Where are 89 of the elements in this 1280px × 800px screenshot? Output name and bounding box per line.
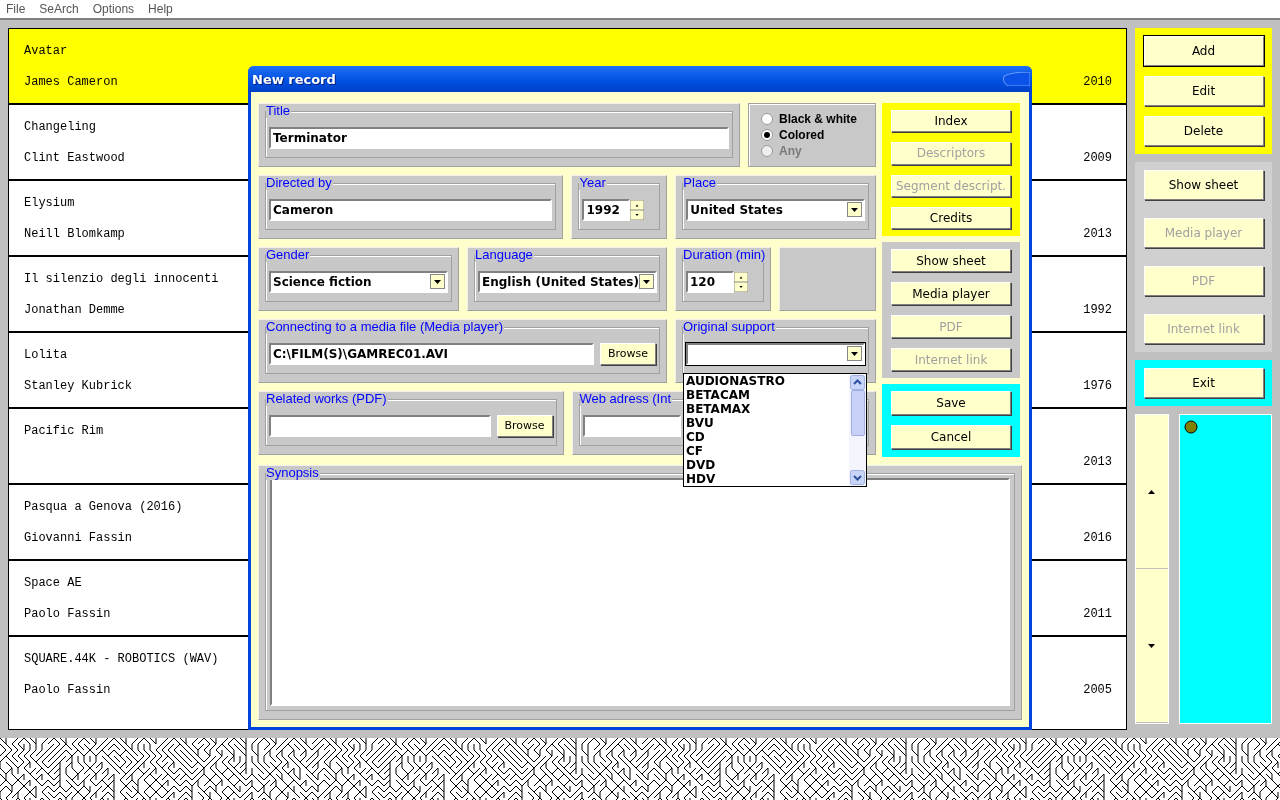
field-label: Directed by	[266, 176, 333, 190]
record-director: Clint Eastwood	[24, 150, 125, 167]
dropdown-option[interactable]: BVU	[686, 416, 849, 430]
text-field[interactable]: C:\FILM(S)\GAMREC01.AVI	[269, 342, 594, 365]
record-director: Neill Blomkamp	[24, 226, 125, 243]
dropdown-option[interactable]: HDV	[686, 472, 849, 486]
record-title: Changeling	[24, 119, 96, 136]
dropdown-option[interactable]: CF	[686, 444, 849, 458]
dropdown-option[interactable]: BETACAM	[686, 388, 849, 402]
side-button[interactable]: Edit	[1143, 76, 1264, 106]
field-label: Title	[266, 104, 292, 118]
dropdown-option[interactable]: BETAMAX	[686, 402, 849, 416]
record-title: Il silenzio degli innocenti	[24, 271, 219, 288]
record-director: Jonathan Demme	[24, 302, 125, 319]
record-year: 1992	[1083, 302, 1112, 319]
dialog-button[interactable]: Save	[891, 391, 1011, 415]
spin-up-icon[interactable]	[734, 271, 748, 282]
record-year: 2013	[1083, 454, 1112, 471]
field-label: Related works (PDF)	[266, 392, 388, 406]
scroll-down-icon[interactable]	[850, 470, 865, 485]
radio-button-icon[interactable]	[761, 129, 773, 141]
record-title: Pacific Rim	[24, 423, 104, 440]
record-year: 2010	[1083, 74, 1112, 91]
dropdown-option[interactable]: DVD	[686, 458, 849, 472]
record-year: 2011	[1083, 606, 1112, 623]
dropdown-field[interactable]	[686, 342, 865, 365]
record-director: James Cameron	[24, 74, 118, 91]
menu-item[interactable]: File	[6, 2, 26, 16]
scrollbar[interactable]	[849, 374, 866, 486]
scroll-thumb[interactable]	[850, 390, 865, 436]
field-label: Connecting to a media file (Media player)	[266, 320, 504, 334]
title-bar-tab-icon	[1002, 72, 1030, 86]
menu-item[interactable]: SeArch	[39, 2, 79, 16]
field-label: Original support	[683, 320, 776, 334]
record-director: Stanley Kubrick	[24, 378, 133, 395]
field-label: Language	[475, 248, 534, 262]
down-arrow-icon	[1148, 643, 1156, 648]
record-title: Avatar	[24, 43, 68, 60]
scroll-up-icon[interactable]	[850, 375, 865, 390]
dropdown-option[interactable]: AUDIONASTRO	[686, 374, 849, 388]
record-director: Giovanni Fassin	[24, 530, 133, 547]
field-label: Web adress (Int	[579, 392, 673, 406]
field-label: Duration (min)	[683, 248, 767, 262]
dropdown-field[interactable]: United States	[686, 198, 865, 221]
browse-button[interactable]: Browse	[496, 414, 553, 437]
dialog-button[interactable]: Index	[891, 110, 1011, 133]
browse-button[interactable]: Browse	[600, 342, 656, 365]
spin-down-icon[interactable]	[734, 281, 748, 292]
radio-option[interactable]: Black & white	[761, 112, 858, 126]
dropdown-field[interactable]: English (United States)	[478, 270, 657, 293]
indicator-dot	[1183, 420, 1198, 434]
record-year: 2005	[1083, 682, 1112, 699]
text-field[interactable]	[582, 414, 681, 437]
radio-button-icon[interactable]	[761, 113, 773, 125]
dropdown-field[interactable]: Science fiction	[269, 270, 448, 293]
spin-up-icon[interactable]	[630, 199, 645, 210]
record-year: 2013	[1083, 226, 1112, 243]
up-arrow-icon	[1148, 489, 1156, 494]
side-button[interactable]: Add	[1143, 36, 1264, 66]
record-year: 1976	[1083, 378, 1112, 395]
record-title: Space AE	[24, 575, 82, 592]
dropdown-option[interactable]: CD	[686, 430, 849, 444]
side-button[interactable]: Delete	[1143, 116, 1264, 146]
text-field[interactable]	[269, 414, 491, 437]
text-field[interactable]: Terminator	[269, 126, 729, 149]
field-label: Synopsis	[266, 466, 320, 480]
side-button[interactable]: Exit	[1143, 368, 1264, 398]
record-year: 2016	[1083, 530, 1112, 547]
field-label: Place	[683, 176, 717, 190]
record-title: Pasqua a Genova (2016)	[24, 499, 183, 516]
window-title: New record	[252, 71, 336, 87]
dialog-button[interactable]: Cancel	[891, 425, 1011, 449]
radio-option[interactable]: Colored	[761, 128, 825, 142]
menu-item[interactable]: Options	[92, 2, 135, 16]
side-button[interactable]: Show sheet	[1143, 170, 1264, 200]
record-title: SQUARE.44K - ROBOTICS (WAV)	[24, 651, 219, 668]
dialog-button[interactable]: Show sheet	[891, 249, 1011, 272]
spin-down-icon[interactable]	[630, 209, 645, 220]
text-field[interactable]: Cameron	[269, 198, 553, 221]
field-label: Gender	[266, 248, 311, 262]
record-director: Paolo Fassin	[24, 606, 111, 623]
record-title: Elysium	[24, 195, 75, 212]
dialog-button[interactable]: Media player	[891, 282, 1011, 305]
record-year: 2009	[1083, 150, 1112, 167]
record-title: Lolita	[24, 347, 68, 364]
field-label: Year	[579, 176, 607, 190]
dialog-button[interactable]: Credits	[891, 206, 1011, 229]
record-director: Paolo Fassin	[24, 682, 111, 699]
menu-item[interactable]: Help	[148, 2, 173, 16]
